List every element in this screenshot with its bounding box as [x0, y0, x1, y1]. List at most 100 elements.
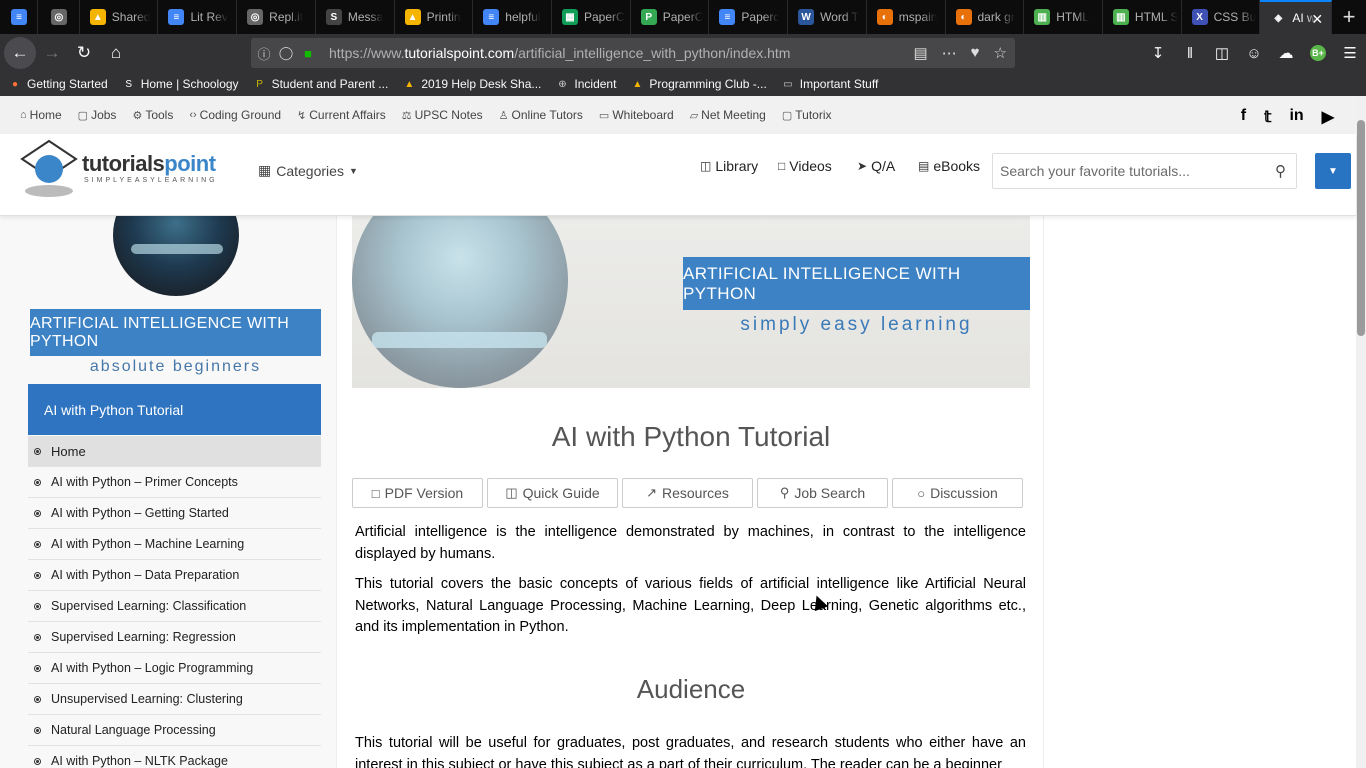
browser-tab[interactable]: P PaperC: [631, 0, 710, 34]
home-button[interactable]: ⌂: [100, 37, 132, 69]
extension-button[interactable]: ☁: [1270, 37, 1302, 69]
search-input[interactable]: [1000, 163, 1260, 179]
bookmark-item[interactable]: ▭ Important Stuff: [781, 77, 878, 91]
logo-text-main: tutorials: [82, 151, 165, 176]
discussion-button[interactable]: ○ Discussion: [892, 478, 1023, 508]
bookmark-item[interactable]: ⊕ Incident: [555, 77, 616, 91]
sidebar-item[interactable]: AI with Python – Machine Learning: [28, 529, 321, 560]
site-logo[interactable]: tutorialspoint SIMPLYEASYLEARNING: [18, 139, 232, 201]
bookmark-star-icon[interactable]: ☆: [994, 44, 1007, 62]
youtube-icon[interactable]: ▶: [1322, 107, 1334, 127]
browser-tab[interactable]: ▲ Printin: [395, 0, 474, 34]
new-tab-button[interactable]: +: [1332, 0, 1366, 34]
grammarly-button[interactable]: B+: [1302, 37, 1334, 69]
library-button[interactable]: ‖: [1174, 37, 1206, 69]
banner-subtitle: simply easy learning: [740, 314, 973, 335]
top-nav-coding-ground[interactable]: ‹› Coding Ground: [189, 108, 281, 122]
sidebar-item[interactable]: Supervised Learning: Regression: [28, 622, 321, 653]
bullet-icon: [34, 509, 41, 517]
downloads-button[interactable]: ↧: [1142, 37, 1174, 69]
top-nav-tutorix[interactable]: ▢ Tutorix: [782, 108, 832, 122]
tab-title: Printin: [426, 10, 461, 24]
pdf-version-button[interactable]: □ PDF Version: [352, 478, 483, 508]
account-button[interactable]: ☺: [1238, 37, 1270, 69]
sidebar-item[interactable]: AI with Python – Getting Started: [28, 498, 321, 529]
top-nav-net-meeting[interactable]: ▱ Net Meeting: [690, 108, 766, 122]
browser-tab[interactable]: X CSS Bu: [1182, 0, 1261, 34]
browser-tab[interactable]: S Messa: [316, 0, 395, 34]
top-nav-upsc-notes[interactable]: ⚖ UPSC Notes: [402, 108, 483, 122]
resources-button[interactable]: ↗ Resources: [622, 478, 753, 508]
site-top-nav: ⌂ Home ▢ Jobs ⚙ Tools ‹› Coding Ground ↯ Current …: [0, 96, 1356, 134]
library-link[interactable]: ◫ Library: [700, 158, 758, 174]
back-button[interactable]: ←: [4, 37, 36, 69]
page-title: AI with Python Tutorial: [551, 421, 831, 452]
browser-tab[interactable]: ◎: [38, 0, 80, 34]
job-search-button[interactable]: ⚲ Job Search: [757, 478, 888, 508]
search-icon[interactable]: ⚲: [1275, 162, 1286, 180]
search-box[interactable]: ⚲: [992, 153, 1297, 189]
sidebar-item[interactable]: AI with Python – NLTK Package: [28, 746, 321, 768]
top-nav-whiteboard[interactable]: ▭ Whiteboard: [599, 108, 674, 122]
sidebar-item[interactable]: Natural Language Processing: [28, 715, 321, 746]
browser-tab[interactable]: ◈ AI w ✕: [1260, 0, 1333, 34]
hamburger-icon: ☰: [1343, 45, 1357, 62]
close-tab-icon[interactable]: ✕: [1311, 11, 1323, 28]
quick-guide-button[interactable]: ◫ Quick Guide: [487, 478, 618, 508]
browser-tab[interactable]: ▥ HTML S: [1103, 0, 1182, 34]
linkedin-icon[interactable]: in: [1289, 107, 1303, 127]
sidebar-item[interactable]: Unsupervised Learning: Clustering: [28, 684, 321, 715]
sidebar-item[interactable]: AI with Python – Primer Concepts: [28, 467, 321, 498]
lock-icon[interactable]: ■: [299, 46, 317, 61]
browser-tab[interactable]: ≡: [0, 0, 38, 34]
bookmark-label: Home | Schoology: [140, 77, 239, 91]
reader-view-icon[interactable]: ▤: [913, 44, 927, 62]
pocket-icon[interactable]: ♥: [971, 44, 980, 62]
bookmark-item[interactable]: ▲ 2019 Help Desk Sha...: [402, 77, 541, 91]
more-actions-icon[interactable]: ⋯: [942, 44, 957, 62]
scrollbar-thumb[interactable]: [1357, 120, 1365, 336]
browser-tab[interactable]: ≡ Lit Rev: [158, 0, 238, 34]
url-bar[interactable]: ⓘ ◯ ■ https://www.tutorialspoint.com/art…: [251, 38, 1015, 68]
bookmark-item[interactable]: S Home | Schoology: [122, 77, 239, 91]
browser-tab[interactable]: ▥ HTML: [1024, 0, 1103, 34]
facebook-icon[interactable]: f: [1241, 107, 1246, 127]
top-nav-current-affairs[interactable]: ↯ Current Affairs: [297, 108, 386, 122]
bookmark-item[interactable]: P Student and Parent ...: [253, 77, 388, 91]
browser-tab[interactable]: W Word T: [788, 0, 867, 34]
sidebar-item[interactable]: Supervised Learning: Classification: [28, 591, 321, 622]
menu-button[interactable]: ☰: [1334, 37, 1366, 69]
user-menu-button[interactable]: ▼: [1315, 153, 1351, 189]
browser-tab[interactable]: ▲ Shared: [80, 0, 159, 34]
twitter-icon[interactable]: 𝕥: [1264, 107, 1271, 127]
categories-dropdown[interactable]: ▦ Categories ▼: [258, 162, 358, 179]
browser-tab[interactable]: ◐ dark gr: [946, 0, 1025, 34]
sidebar-item[interactable]: Home: [28, 436, 321, 467]
bookmark-item[interactable]: ● Getting Started: [8, 77, 108, 91]
top-nav-tools[interactable]: ⚙ Tools: [132, 108, 173, 122]
ebooks-link[interactable]: ▤ eBooks: [918, 158, 980, 174]
browser-tab[interactable]: ▦ PaperC: [552, 0, 631, 34]
sidebar-button[interactable]: ◫: [1206, 37, 1238, 69]
bookmark-item[interactable]: ▲ Programming Club -...: [630, 77, 766, 91]
top-nav-home[interactable]: ⌂ Home: [20, 108, 62, 122]
home-icon: ⌂: [20, 109, 27, 121]
sidebar-item[interactable]: AI with Python – Logic Programming: [28, 653, 321, 684]
url-text[interactable]: https://www.tutorialspoint.com/artificia…: [329, 45, 790, 61]
videos-link[interactable]: □ Videos: [778, 158, 832, 174]
shield-icon[interactable]: ◯: [277, 45, 295, 61]
browser-tab[interactable]: ≡ Paperc: [709, 0, 789, 34]
info-icon[interactable]: ⓘ: [255, 44, 273, 63]
browser-tab[interactable]: ◎ Repl.it: [237, 0, 316, 34]
top-nav-online-tutors[interactable]: ♙ Online Tutors: [499, 108, 583, 122]
browser-tab[interactable]: ≡ helpful: [473, 0, 552, 34]
top-nav-jobs[interactable]: ▢ Jobs: [78, 108, 117, 122]
qa-link[interactable]: ➤ Q/A: [857, 158, 895, 174]
page-scrollbar[interactable]: [1356, 96, 1366, 768]
sidebar-item[interactable]: AI with Python – Data Preparation: [28, 560, 321, 591]
forward-button[interactable]: →: [36, 37, 68, 69]
browser-tab[interactable]: ◐ mspain: [867, 0, 946, 34]
reload-button[interactable]: ↻: [68, 37, 100, 69]
sidebar-item-label: AI with Python – Logic Programming: [51, 661, 254, 675]
logo-emblem-icon: [20, 139, 78, 197]
